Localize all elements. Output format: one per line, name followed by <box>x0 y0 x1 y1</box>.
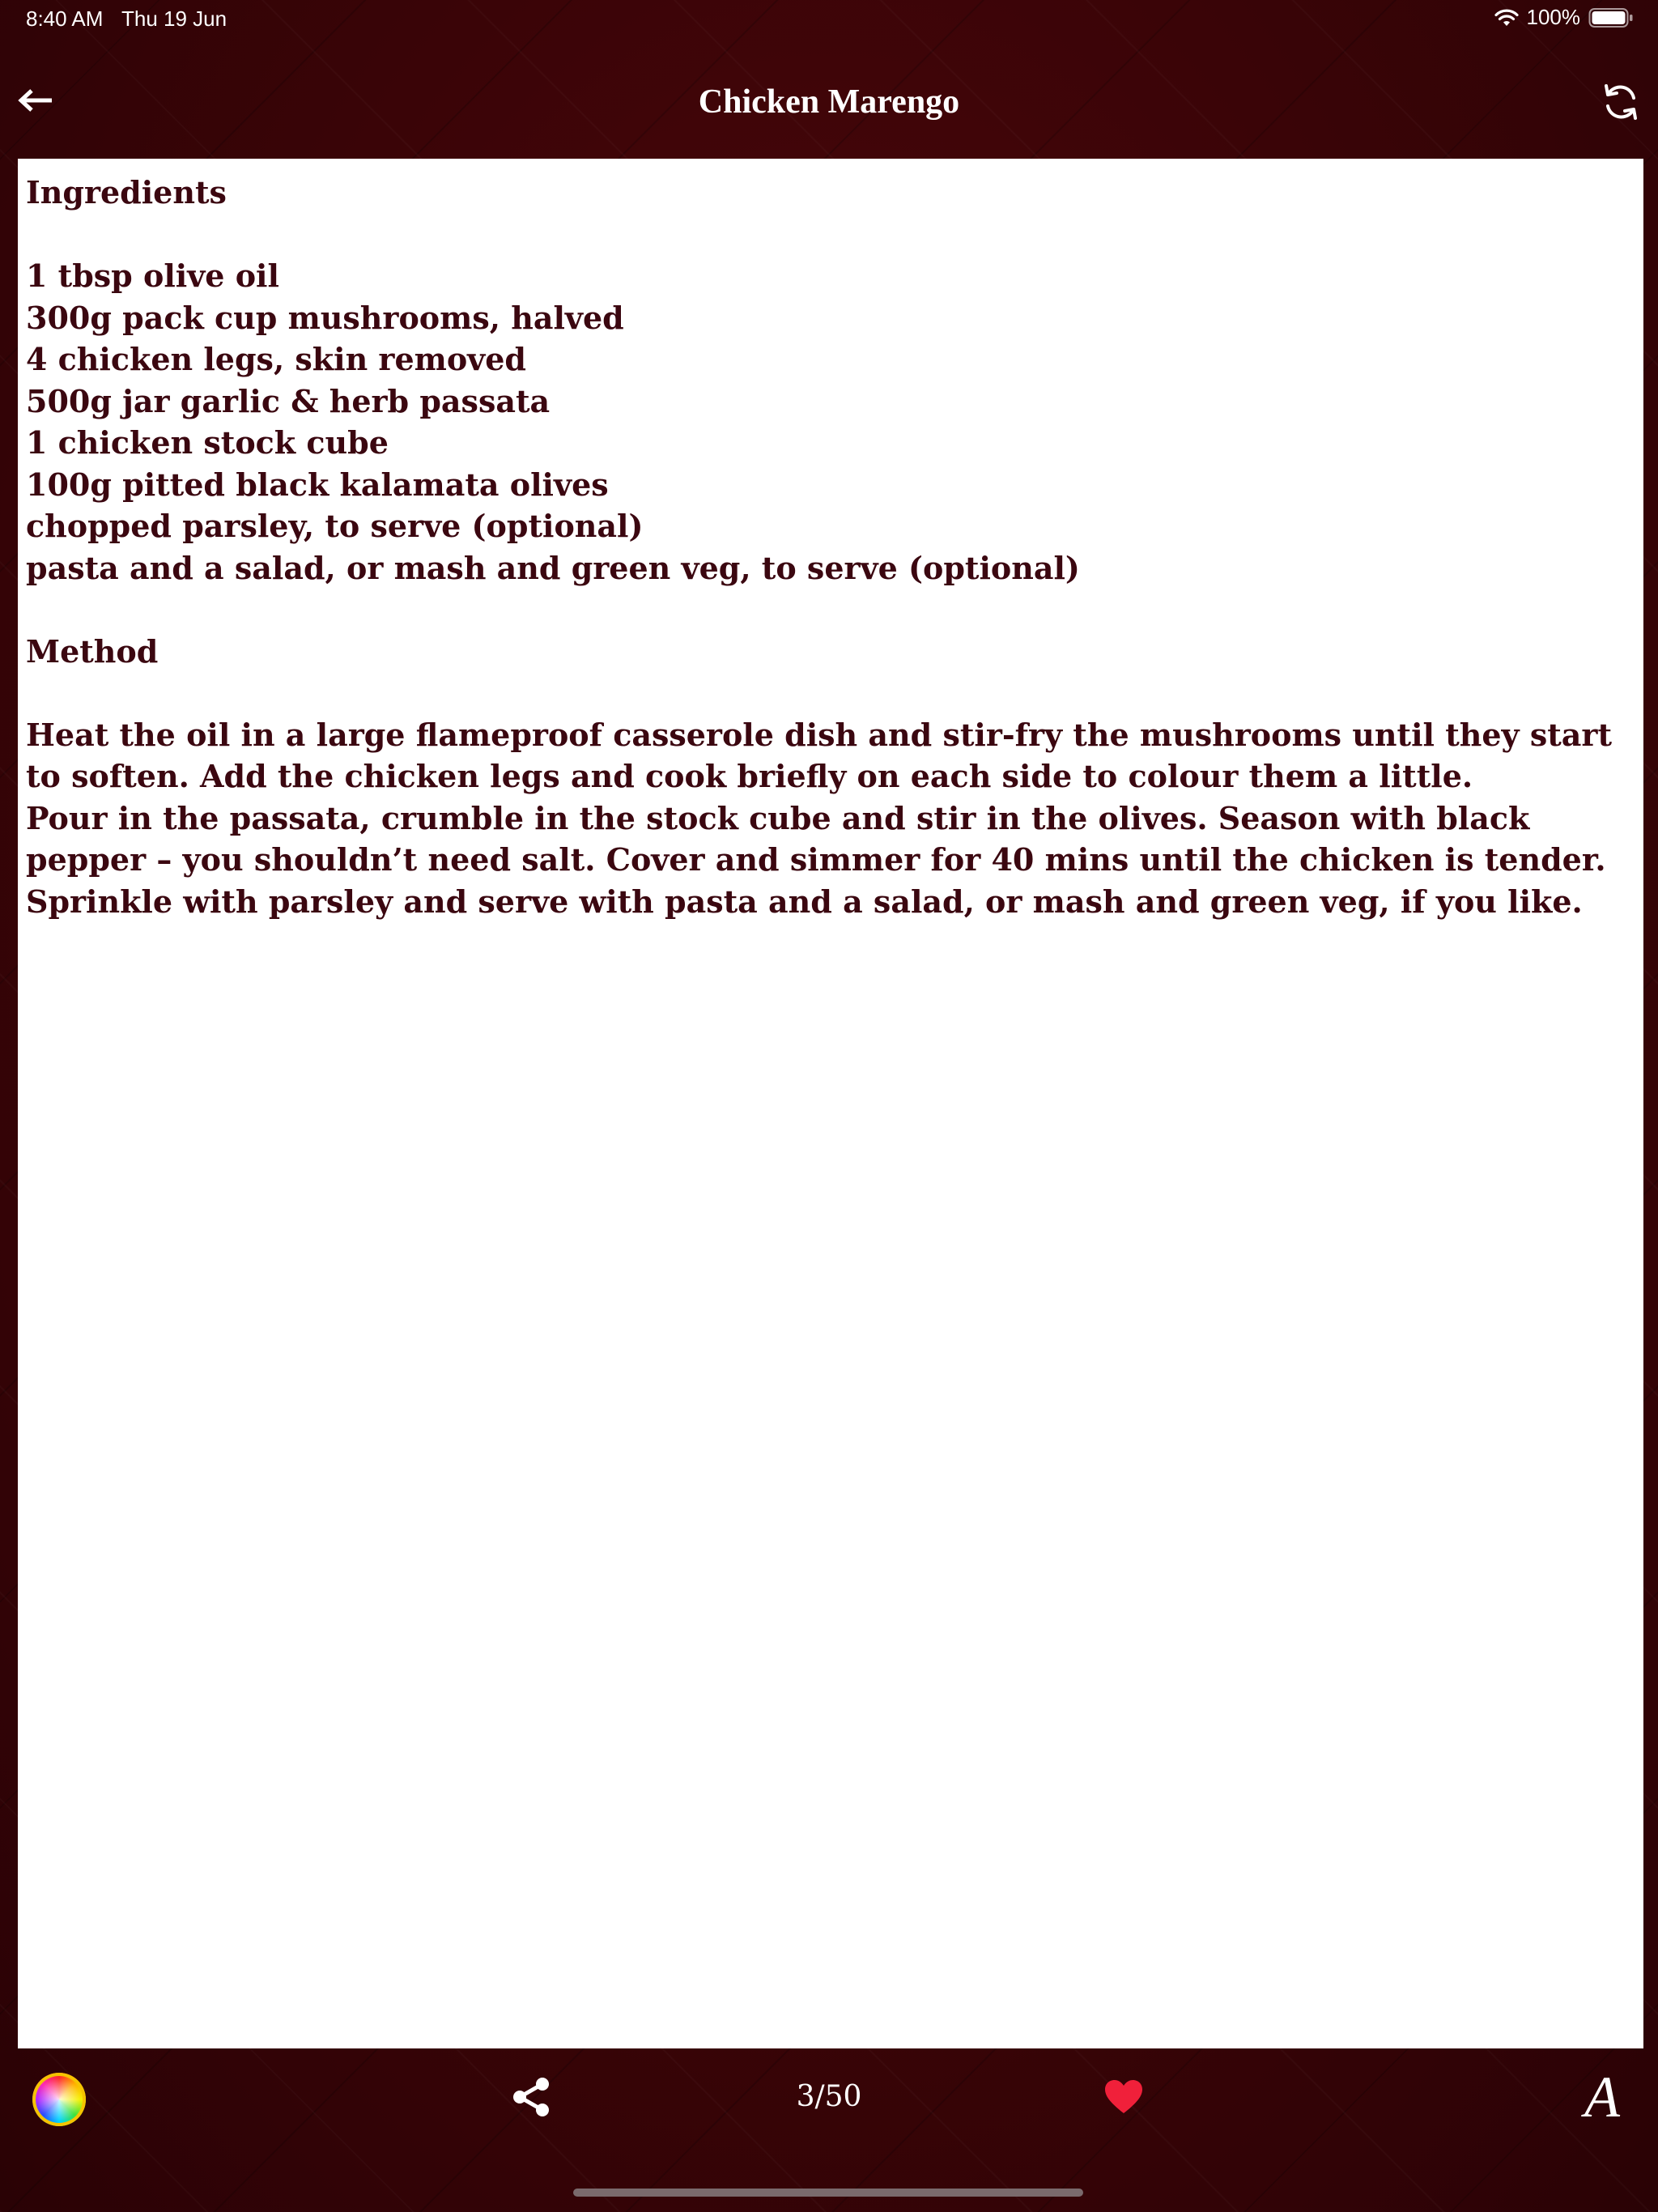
ingredient-item: 500g jar garlic & herb passata <box>26 382 551 419</box>
status-time: 8:40 AM <box>26 6 104 31</box>
status-indicators: 100% <box>1494 5 1635 30</box>
color-wheel-icon[interactable] <box>32 2073 86 2126</box>
ingredient-item: 1 chicken stock cube <box>26 424 389 461</box>
wifi-icon <box>1494 8 1519 28</box>
status-bar: 8:40 AM Thu 19 Jun 100% <box>0 0 1658 39</box>
battery-icon <box>1588 7 1634 28</box>
page-title: Chicken Marengo <box>698 83 960 121</box>
method-step: Heat the oil in a large flameproof casse… <box>26 716 1613 795</box>
status-date: Thu 19 Jun <box>121 6 227 31</box>
home-indicator[interactable] <box>573 2189 1083 2197</box>
method-heading: Method <box>26 632 159 670</box>
ingredient-item: 100g pitted black kalamata olives <box>26 466 609 503</box>
ingredient-item: 4 chicken legs, skin removed <box>26 341 527 377</box>
ingredient-item: pasta and a salad, or mash and green veg… <box>26 549 1080 586</box>
share-button[interactable] <box>507 2073 555 2121</box>
ingredients-heading: Ingredients <box>26 174 227 211</box>
ingredient-item: 1 tbsp olive oil <box>26 257 279 294</box>
refresh-icon <box>1605 84 1637 120</box>
bottom-toolbar: 3/50 A <box>0 2048 1658 2146</box>
method-step: Pour in the passata, crumble in the stoc… <box>26 799 1606 920</box>
font-icon[interactable]: A <box>1574 2066 1630 2128</box>
share-icon <box>513 2078 549 2116</box>
battery-percentage: 100% <box>1526 5 1581 29</box>
heart-icon <box>1105 2080 1142 2113</box>
ingredient-item: chopped parsley, to serve (optional) <box>26 508 644 544</box>
navigation-bar: Chicken Marengo <box>0 49 1658 159</box>
page-counter: 3/50 <box>796 2080 862 2113</box>
ingredient-item: 300g pack cup mushrooms, halved <box>26 299 624 336</box>
ingredients-list: 1 tbsp olive oil 300g pack cup mushrooms… <box>26 255 1635 589</box>
refresh-button[interactable] <box>1596 78 1645 126</box>
recipe-content[interactable]: Ingredients 1 tbsp olive oil 300g pack c… <box>18 159 1643 2048</box>
favorite-button[interactable] <box>1103 2076 1145 2118</box>
